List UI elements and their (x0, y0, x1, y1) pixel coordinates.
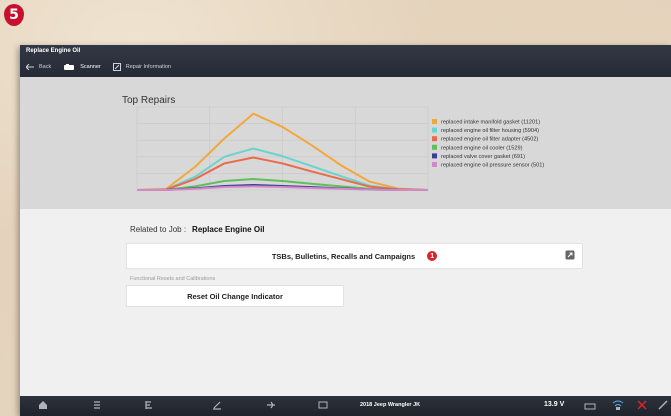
reset-button-label: Reset Oil Change Indicator (187, 291, 283, 301)
tsb-bulletins-button[interactable]: TSBs, Bulletins, Recalls and Campaigns 1 (126, 243, 583, 269)
home-icon[interactable] (38, 400, 48, 410)
functional-resets-section-label: Functional Resets and Calibrations (130, 276, 216, 282)
tsb-count-badge: 1 (427, 251, 438, 261)
legend-label-6: replaced engine oil pressure sensor (501… (441, 163, 544, 169)
edit-icon[interactable] (212, 400, 222, 410)
legend-swatch-2 (432, 127, 437, 133)
legend-label-1: replaced intake manifold gasket (11201) (441, 120, 540, 126)
legend-swatch-3 (432, 136, 437, 142)
main-content (20, 209, 671, 396)
vci-connection-icon[interactable] (584, 400, 596, 410)
reset-oil-change-button[interactable]: Reset Oil Change Indicator (126, 285, 344, 307)
legend-label-3: replaced engine oil filter adapter (4502… (441, 137, 538, 143)
battery-voltage: 13.9 V (544, 401, 565, 408)
related-label: Related to Job : (130, 225, 187, 234)
related-to-job: Related to Job : Replace Engine Oil (130, 225, 265, 234)
open-external-icon[interactable] (565, 250, 575, 260)
legend-label-5: replaced valve cover gasket (691) (441, 154, 525, 160)
screenshot-icon[interactable] (318, 400, 328, 410)
tablet-screen: Replace Engine Oil Back Scanner Repair I… (20, 45, 671, 416)
legend-label-4: replaced engine oil cooler (1529) (441, 145, 523, 151)
legend-swatch-5 (432, 153, 437, 159)
settings-icon[interactable] (92, 400, 102, 410)
vehicle-name: 2018 Jeep Wrangler JK (360, 402, 421, 408)
tools-icon[interactable] (636, 400, 648, 410)
legend-swatch-6 (432, 162, 437, 167)
step-number-badge: 5 (4, 4, 24, 26)
legend-label-2: replaced engine oil filter housing (5904… (441, 128, 539, 134)
airplane-icon[interactable] (266, 400, 276, 410)
legend-swatch-1 (432, 119, 437, 124)
related-job-name: Replace Engine Oil (192, 225, 265, 234)
bottom-toolbar: 2018 Jeep Wrangler JK 13.9 V (20, 396, 671, 416)
top-repairs-chart: replaced intake manifold gasket (11201) r… (136, 106, 544, 191)
list-icon[interactable] (144, 400, 154, 410)
legend-swatch-4 (432, 144, 437, 150)
wireless-icon[interactable] (612, 400, 624, 410)
pen-icon[interactable] (658, 400, 668, 410)
tsb-button-label: TSBs, Bulletins, Recalls and Campaigns (271, 251, 416, 261)
